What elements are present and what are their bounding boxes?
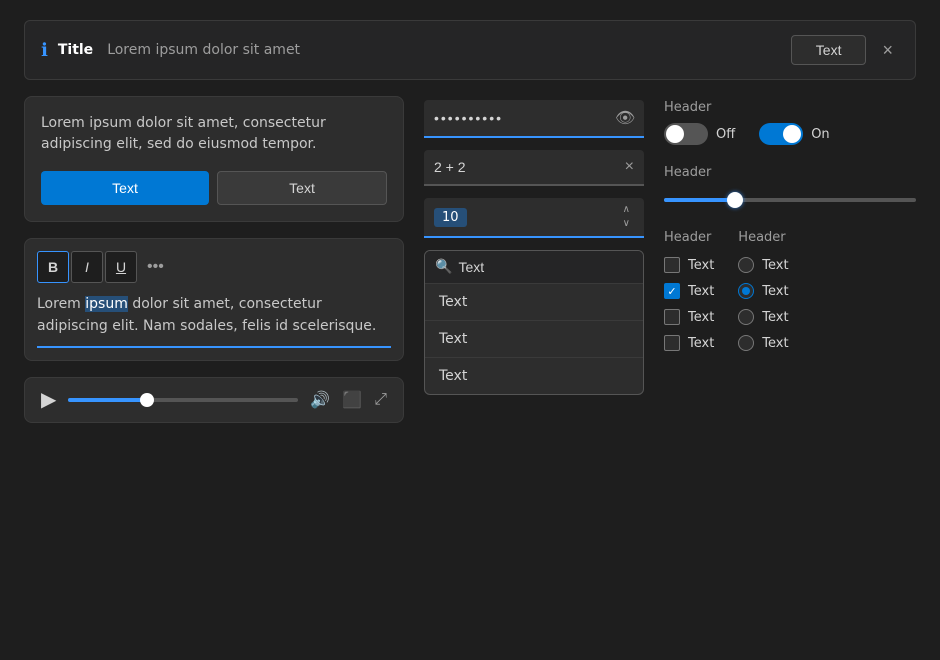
text-editor: B I U ••• Lorem ipsum dolor sit amet, co… [24, 238, 404, 361]
info-icon: ℹ [41, 40, 48, 61]
volume-button[interactable]: 🔊 [310, 390, 330, 410]
math-input[interactable] [434, 159, 625, 175]
checkbox-item-3[interactable]: Text [664, 309, 714, 325]
radio-item-2[interactable]: Text [738, 283, 788, 299]
italic-button[interactable]: I [71, 251, 103, 283]
subtitle-button[interactable]: ⬛ [342, 390, 362, 410]
radio-label-3: Text [762, 310, 788, 325]
radio-item-3[interactable]: Text [738, 309, 788, 325]
math-clear-button[interactable]: × [625, 158, 634, 176]
bold-button[interactable]: B [37, 251, 69, 283]
player-progress-bar[interactable] [68, 398, 298, 402]
dropdown-search-input[interactable] [458, 259, 639, 275]
main-content: Lorem ipsum dolor sit amet, consectetur … [0, 96, 940, 616]
radio-item-4[interactable]: Text [738, 335, 788, 351]
play-button[interactable]: ▶ [41, 390, 56, 410]
fullscreen-button[interactable]: ⤢ [374, 391, 387, 409]
checkbox-item-1[interactable]: Text [664, 257, 714, 273]
slider-section: Header [664, 165, 916, 210]
radio-4[interactable] [738, 335, 754, 351]
radio-label-4: Text [762, 336, 788, 351]
slider-fill [664, 198, 735, 202]
radio-2[interactable] [738, 283, 754, 299]
slider-header: Header [664, 165, 916, 180]
radio-item-1[interactable]: Text [738, 257, 788, 273]
toggle-on-label: On [811, 127, 829, 142]
card-primary-button[interactable]: Text [41, 171, 209, 205]
banner-title: Title [58, 42, 93, 58]
slider-thumb[interactable] [727, 192, 743, 208]
banner: ℹ Title Lorem ipsum dolor sit amet Text … [24, 20, 916, 80]
spinbox-up-button[interactable]: ∧ [619, 204, 634, 216]
checkbox-group: Header Text Text Text Text [664, 230, 714, 351]
banner-text: Lorem ipsum dolor sit amet [107, 42, 781, 58]
media-player: ▶ 🔊 ⬛ ⤢ [24, 377, 404, 423]
spinbox-wrap: 10 ∧ ∨ [424, 198, 644, 238]
radio-group: Header Text Text Text Text [738, 230, 788, 351]
progress-fill [68, 398, 146, 402]
editor-toolbar: B I U ••• [37, 251, 391, 283]
checkbox-item-2[interactable]: Text [664, 283, 714, 299]
dropdown: 🔍 × Text Text Text [424, 250, 644, 395]
checkbox-1[interactable] [664, 257, 680, 273]
checks-radios-section: Header Text Text Text Text [664, 230, 916, 351]
checkbox-label-4: Text [688, 336, 714, 351]
slider-track[interactable] [664, 198, 916, 202]
toggle-header: Header [664, 100, 916, 115]
slider-wrap [664, 190, 916, 210]
eye-icon-button[interactable]: 👁 [615, 108, 635, 128]
dropdown-item-2[interactable]: Text [425, 320, 643, 357]
math-input-wrap: × [424, 150, 644, 186]
radio-label-2: Text [762, 284, 788, 299]
checkbox-2[interactable] [664, 283, 680, 299]
left-column: Lorem ipsum dolor sit amet, consectetur … [24, 96, 404, 616]
toggle-section: Header Off On [664, 100, 916, 145]
checkbox-label-1: Text [688, 258, 714, 273]
checkbox-label-3: Text [688, 310, 714, 325]
password-input[interactable] [434, 110, 615, 126]
editor-text-before: Lorem [37, 296, 85, 312]
right-column: Header Off On Header [664, 96, 916, 616]
dropdown-item-1[interactable]: Text [425, 284, 643, 320]
toggle-on-group: On [759, 123, 829, 145]
radio-label-1: Text [762, 258, 788, 273]
progress-thumb[interactable] [140, 393, 154, 407]
editor-content[interactable]: Lorem ipsum dolor sit amet, consectetur … [37, 293, 391, 338]
checkbox-header: Header [664, 230, 714, 245]
toggle-off-thumb [666, 125, 684, 143]
spinbox-value: 10 [434, 208, 467, 227]
editor-highlight: ipsum [85, 296, 128, 312]
info-card: Lorem ipsum dolor sit amet, consectetur … [24, 96, 404, 222]
card-button-row: Text Text [41, 171, 387, 205]
editor-cursor-line [37, 346, 391, 348]
radio-header: Header [738, 230, 788, 245]
toggle-off-switch[interactable] [664, 123, 708, 145]
card-secondary-button[interactable]: Text [217, 171, 387, 205]
toggle-on-switch[interactable] [759, 123, 803, 145]
card-description: Lorem ipsum dolor sit amet, consectetur … [41, 113, 387, 155]
spinbox-down-button[interactable]: ∨ [619, 218, 634, 230]
underline-button[interactable]: U [105, 251, 137, 283]
toggle-off-group: Off [664, 123, 735, 145]
checkbox-4[interactable] [664, 335, 680, 351]
dropdown-item-3[interactable]: Text [425, 357, 643, 394]
dropdown-search-row: 🔍 × [425, 251, 643, 284]
more-options-button[interactable]: ••• [139, 254, 172, 280]
password-input-wrap: 👁 [424, 100, 644, 138]
spinbox-arrows: ∧ ∨ [619, 204, 634, 230]
dropdown-search-icon: 🔍 [435, 259, 452, 275]
toggle-on-thumb [783, 125, 801, 143]
toggle-row: Off On [664, 123, 916, 145]
banner-close-button[interactable]: × [876, 39, 899, 61]
banner-button[interactable]: Text [791, 35, 867, 65]
checkbox-item-4[interactable]: Text [664, 335, 714, 351]
checkbox-3[interactable] [664, 309, 680, 325]
middle-column: 👁 × 10 ∧ ∨ 🔍 × Text Text Text [424, 96, 644, 616]
checkbox-label-2: Text [688, 284, 714, 299]
radio-1[interactable] [738, 257, 754, 273]
radio-3[interactable] [738, 309, 754, 325]
toggle-off-label: Off [716, 127, 735, 142]
